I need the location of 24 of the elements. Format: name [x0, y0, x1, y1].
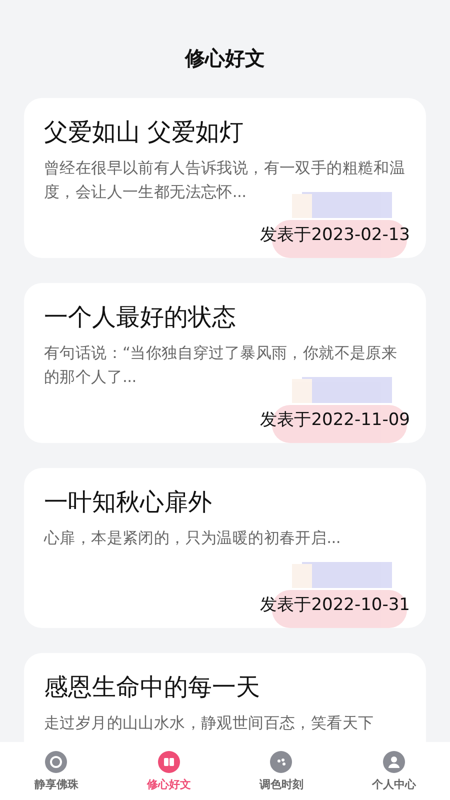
person-icon [382, 750, 405, 772]
article-card[interactable]: 感恩生命中的每一天 走过岁月的山山水水，静观世间百态，笑看天下 [24, 653, 426, 742]
palette-icon [270, 750, 292, 772]
article-summary: 曾经在很早以前有人告诉我说，有一双手的粗糙和温度，会让人一生都无法忘怀... [44, 158, 406, 203]
tab[interactable]: 修心好文 [112, 742, 225, 800]
tab[interactable]: 静享佛珠 [0, 742, 112, 800]
article-card[interactable]: 父爱如山 父爱如灯 曾经在很早以前有人告诉我说，有一双手的粗糙和温度，会让人一生都无法忘怀... 发表于2023-02-13 [24, 98, 426, 258]
beads-icon [45, 750, 68, 772]
publish-date: 发表于2022-10-31 [260, 594, 410, 616]
tab[interactable]: 个人中心 [338, 742, 450, 800]
article-summary: 有句话说：“当你独自穿过了暴风雨，你就不是原来的那个人了... [44, 343, 398, 388]
page-title: 修心好文 [185, 44, 265, 72]
article-title: 一叶知秋心扉外 [44, 487, 213, 518]
book-icon [158, 750, 180, 772]
article-summary: 心扉，本是紧闭的，只为温暖的初春开启... [44, 528, 342, 549]
publish-date: 发表于2022-11-09 [260, 409, 410, 431]
article-title: 一个人最好的状态 [44, 302, 237, 333]
article-summary: 走过岁月的山山水水，静观世间百态，笑看天下 [44, 713, 375, 734]
article-card[interactable]: 一个人最好的状态 有句话说：“当你独自穿过了暴风雨，你就不是原来的那个人了... 发表于2022-11-09 [24, 283, 426, 443]
article-title: 感恩生命中的每一天 [44, 672, 261, 703]
tab[interactable]: 调色时刻 [225, 742, 338, 800]
article-title: 父爱如山 父爱如灯 [44, 117, 245, 148]
publish-date: 发表于2023-02-13 [260, 224, 410, 246]
article-card[interactable]: 一叶知秋心扉外 心扉，本是紧闭的，只为温暖的初春开启... 发表于2022-10-31 [24, 468, 426, 628]
